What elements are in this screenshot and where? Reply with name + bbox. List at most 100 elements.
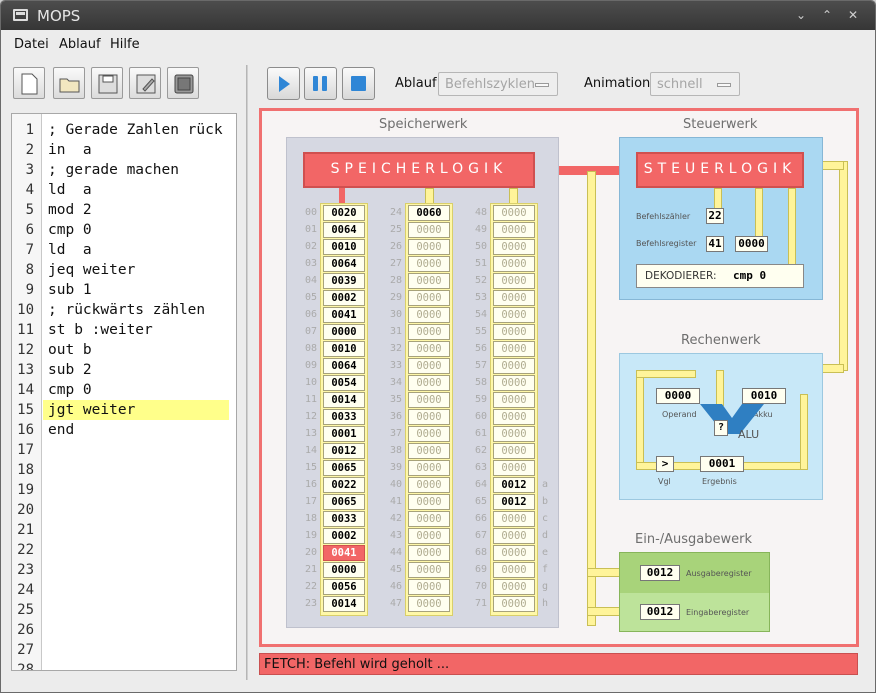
memory-cell: 0000 (493, 528, 535, 544)
bus-alu-vertical (839, 161, 848, 371)
alu-op: ? (714, 420, 728, 436)
memory-cell: 0014 (323, 596, 365, 612)
memory-address: 24 (389, 207, 402, 218)
code-line: ; rückwärts zählen (48, 302, 206, 318)
close-icon[interactable]: ✕ (845, 8, 861, 24)
memory-cell: 0001 (323, 426, 365, 442)
memory-address: 58 (474, 377, 487, 388)
code-editor[interactable]: 1 2 3 4 5 6 7 8 9 10 11 12 13 14 15 16 17 18 19 20 21 22 23 24 2… (11, 113, 237, 671)
memory-cell: 0000 (493, 205, 535, 221)
memory-cell: 0000 (408, 494, 450, 510)
memory-address: 56 (474, 343, 487, 354)
play-button[interactable] (267, 67, 300, 100)
memory-cell: 0010 (323, 239, 365, 255)
memory-cell: 0000 (408, 307, 450, 323)
memory-address: 41 (389, 496, 402, 507)
window-title: MOPS (37, 7, 81, 25)
memory-address: 67 (474, 530, 487, 541)
memory-address: 18 (304, 513, 317, 524)
memory-cell: 0000 (493, 358, 535, 374)
memory-cell: 0000 (493, 562, 535, 578)
result-label: Ergebnis (702, 477, 737, 486)
memory-address: 22 (304, 581, 317, 592)
folder-icon (59, 78, 80, 93)
decoder: DEKODIERER: cmp 0 (636, 264, 804, 288)
memory-address: 39 (389, 462, 402, 473)
open-file-button[interactable] (53, 67, 85, 99)
new-file-button[interactable] (13, 67, 45, 99)
memory-address: 27 (389, 258, 402, 269)
memory-logic: SPEICHERLOGIK (303, 152, 535, 188)
io-title: Ein-/Ausgabewerk (635, 532, 753, 547)
memory-cell: 0000 (493, 426, 535, 442)
memory-cell: 0041 (323, 307, 365, 323)
file-toolbar (9, 63, 239, 103)
memory-cell: 0000 (408, 358, 450, 374)
line-number: 27 (17, 642, 34, 658)
line-number: 2 (25, 142, 34, 158)
memory-cell: 0000 (493, 290, 535, 306)
splitter[interactable] (246, 65, 248, 680)
line-number: 18 (17, 462, 34, 478)
memory-address: 71 (474, 598, 487, 609)
memory-address: 30 (389, 309, 402, 320)
memory-cell: 0000 (408, 528, 450, 544)
memory-address: 52 (474, 275, 487, 286)
minimize-icon[interactable]: ⌄ (793, 8, 809, 24)
memory-cell: 0000 (323, 324, 365, 340)
animation-select[interactable]: schnell (650, 72, 740, 96)
memory-cell: 0000 (408, 477, 450, 493)
save-file-button[interactable] (91, 67, 123, 99)
line-number: 24 (17, 582, 34, 598)
memory-cell: 0000 (493, 545, 535, 561)
memory-address: 37 (389, 428, 402, 439)
line-number: 5 (25, 202, 34, 218)
memory-address: 57 (474, 360, 487, 371)
menu-hilfe[interactable]: Hilfe (110, 37, 140, 52)
ablauf-select[interactable]: Befehlszyklen (438, 72, 558, 96)
stop-button[interactable] (342, 67, 375, 100)
memory-address: 35 (389, 394, 402, 405)
memory-cell: 0010 (323, 341, 365, 357)
stop-icon (351, 76, 366, 91)
code-line: ld a (48, 182, 92, 198)
input-register: 0012 (640, 604, 680, 620)
line-number: 11 (17, 322, 34, 338)
memory-address: 44 (389, 547, 402, 558)
hex-label: f (542, 564, 549, 575)
memory-cell: 0012 (323, 443, 365, 459)
memory-cell: 0000 (408, 579, 450, 595)
memory-button[interactable] (167, 67, 199, 99)
memory-address: 50 (474, 241, 487, 252)
memory-cell: 0000 (323, 562, 365, 578)
code-line: jeq weiter (48, 262, 136, 278)
decoder-label: DEKODIERER: (645, 270, 717, 282)
memory-address: 36 (389, 411, 402, 422)
memory-cell: 0000 (408, 273, 450, 289)
save-as-button[interactable] (129, 67, 161, 99)
memory-cell: 0012 (493, 494, 535, 510)
memory-cell: 0039 (323, 273, 365, 289)
memory-cell: 0000 (493, 579, 535, 595)
memory-cell: 0000 (493, 443, 535, 459)
pause-button[interactable] (304, 67, 337, 100)
ir-label: Befehlsregister (636, 239, 697, 248)
simulator-panel: Speicherwerk SPEICHERLOGIK 00 0020 01 0064 0… (259, 108, 859, 647)
memory-address: 07 (304, 326, 317, 337)
line-number: 1 (25, 122, 34, 138)
line-number: 12 (17, 342, 34, 358)
memory-address: 64 (474, 479, 487, 490)
memory-cell: 0000 (493, 460, 535, 476)
memory-cell: 0014 (323, 392, 365, 408)
memory-cell: 0000 (408, 392, 450, 408)
hex-label: b (542, 496, 549, 507)
bus-io-vertical (587, 171, 596, 626)
line-number: 19 (17, 482, 34, 498)
line-number: 3 (25, 162, 34, 178)
menu-datei[interactable]: Datei (14, 37, 49, 52)
code-line: cmp 0 (48, 222, 92, 238)
maximize-icon[interactable]: ⌃ (819, 8, 835, 24)
memory-address: 19 (304, 530, 317, 541)
menu-ablauf[interactable]: Ablauf (59, 37, 101, 52)
